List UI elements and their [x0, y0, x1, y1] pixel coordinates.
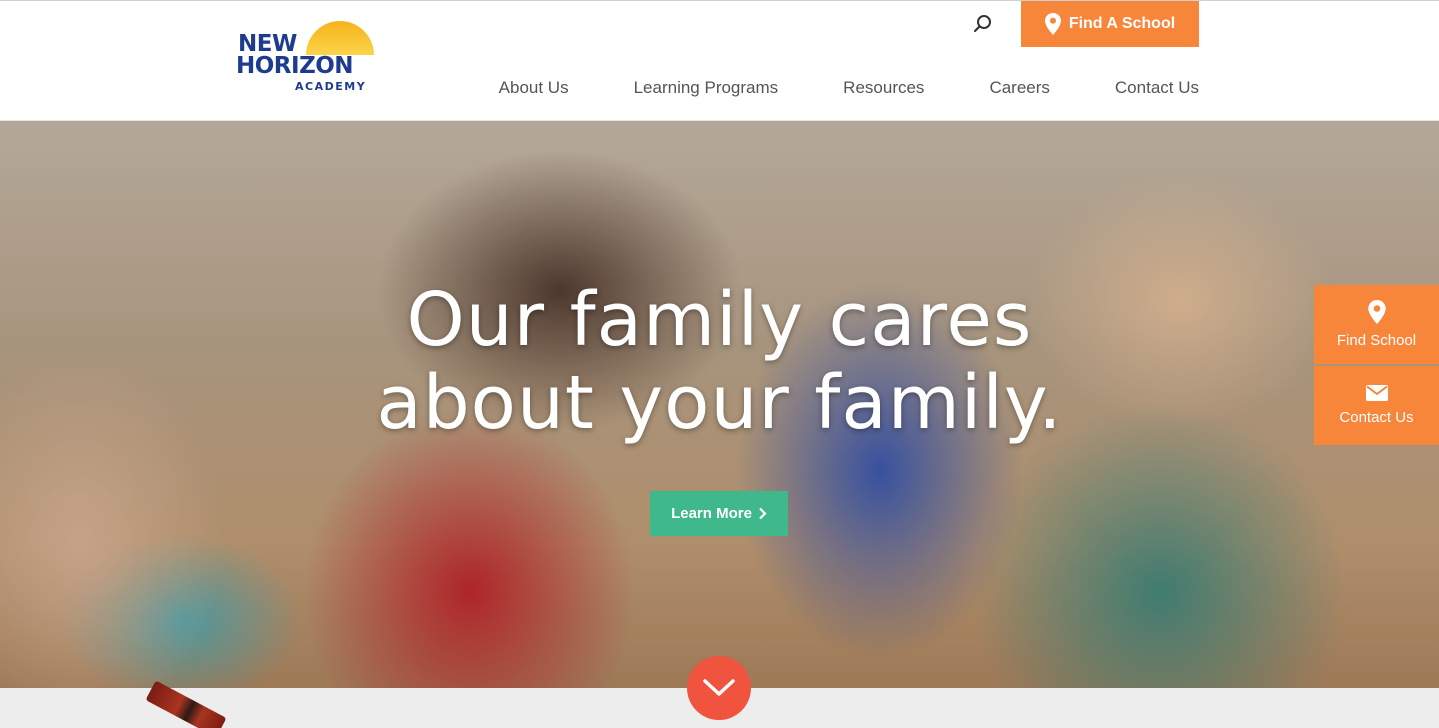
nav-learning-programs[interactable]: Learning Programs — [634, 78, 779, 98]
search-button[interactable] — [970, 11, 996, 37]
scroll-down-button[interactable] — [687, 656, 751, 720]
main-nav: About Us Learning Programs Resources Car… — [434, 78, 1199, 98]
logo[interactable]: NEW HORIZON ACADEMY — [236, 19, 376, 97]
side-contact-us-button[interactable]: Contact Us — [1314, 366, 1439, 445]
search-icon — [973, 15, 991, 33]
nav-careers[interactable]: Careers — [989, 78, 1049, 98]
nav-contact-us[interactable]: Contact Us — [1115, 78, 1199, 98]
learn-more-label: Learn More — [671, 505, 752, 522]
chevron-right-icon — [759, 507, 767, 520]
side-find-school-label: Find School — [1336, 332, 1417, 349]
logo-text-horizon: HORIZON — [236, 53, 354, 79]
find-a-school-label: Find A School — [1068, 15, 1176, 32]
hero-section: Our family cares about your family. Lear… — [0, 121, 1439, 688]
find-a-school-button[interactable]: Find A School — [1021, 1, 1199, 47]
map-pin-icon — [1367, 300, 1386, 324]
hero-title-line2: about your family. — [376, 360, 1063, 446]
hero-title-line1: Our family cares — [406, 277, 1033, 363]
side-find-school-button[interactable]: Find School — [1314, 285, 1439, 364]
logo-text-academy: ACADEMY — [295, 80, 367, 93]
side-contact-us-label: Contact Us — [1339, 409, 1414, 426]
chevron-down-icon — [703, 679, 735, 696]
map-pin-icon — [1044, 13, 1061, 35]
nav-about-us[interactable]: About Us — [499, 78, 569, 98]
site-header: NEW HORIZON ACADEMY Find A School About … — [0, 0, 1439, 121]
envelope-icon — [1365, 385, 1388, 401]
nav-resources[interactable]: Resources — [843, 78, 924, 98]
learn-more-button[interactable]: Learn More — [650, 491, 788, 536]
